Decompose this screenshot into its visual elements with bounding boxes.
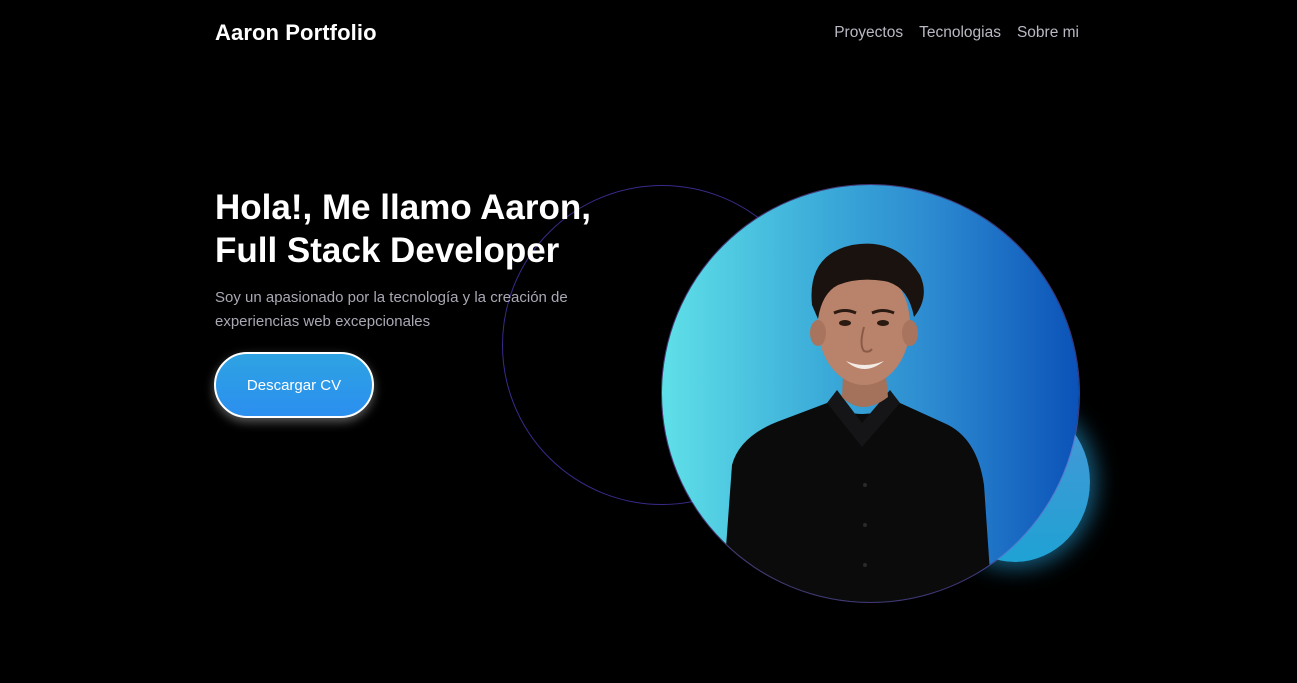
nav-link-tecnologias[interactable]: Tecnologias xyxy=(919,24,1001,42)
hero-title-line-2: Full Stack Developer xyxy=(215,231,560,270)
main-nav: Proyectos Tecnologias Sobre mi xyxy=(834,24,1079,42)
brand-logo[interactable]: Aaron Portfolio xyxy=(215,20,377,46)
nav-link-sobre-mi[interactable]: Sobre mi xyxy=(1017,24,1079,42)
hero-title-line-1: Hola!, Me llamo Aaron, xyxy=(215,188,591,227)
hero-title: Hola!, Me llamo Aaron, Full Stack Develo… xyxy=(215,186,655,272)
profile-portrait-illustration xyxy=(722,243,992,602)
download-cv-button[interactable]: Descargar CV xyxy=(214,352,374,418)
nav-link-proyectos[interactable]: Proyectos xyxy=(834,24,903,42)
profile-photo xyxy=(662,185,1079,602)
hero-subtitle: Soy un apasionado por la tecnología y la… xyxy=(215,289,568,330)
page: Aaron Portfolio Proyectos Tecnologias So… xyxy=(0,0,1297,683)
